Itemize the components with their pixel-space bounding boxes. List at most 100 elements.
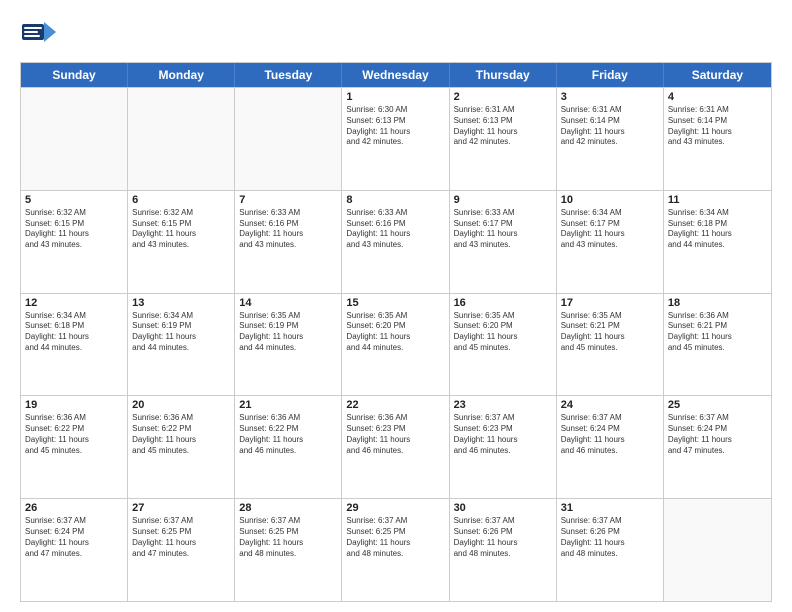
day-info: Sunrise: 6:36 AMSunset: 6:21 PMDaylight:… (668, 311, 767, 354)
day-info: Sunrise: 6:37 AMSunset: 6:25 PMDaylight:… (132, 516, 230, 559)
day-info: Sunrise: 6:34 AMSunset: 6:19 PMDaylight:… (132, 311, 230, 354)
day-number: 31 (561, 502, 659, 514)
day-cell-21: 21 Sunrise: 6:36 AMSunset: 6:22 PMDayligh… (235, 396, 342, 498)
calendar-row-1: 1Sunrise: 6:30 AMSunset: 6:13 PMDaylight… (21, 87, 771, 190)
day-cell-25: 25Sunrise: 6:37 AMSunset: 6:24 PMDayligh… (664, 396, 771, 498)
day-number: 13 (132, 297, 230, 309)
day-number: 5 (25, 194, 123, 206)
day-number: 17 (561, 297, 659, 309)
day-cell-26: 26Sunrise: 6:37 AMSunset: 6:24 PMDayligh… (21, 499, 128, 601)
day-number: 12 (25, 297, 123, 309)
day-info: Sunrise: 6:36 AMSunset: 6:22 PMDaylight:… (239, 413, 337, 456)
day-number: 8 (346, 194, 444, 206)
day-number: 29 (346, 502, 444, 514)
day-cell-17: 17 Sunrise: 6:35 AMSunset: 6:21 PMDayligh… (557, 294, 664, 396)
day-info: Sunrise: 6:35 AMSunset: 6:19 PMDaylight:… (239, 311, 337, 354)
header-cell-saturday: Saturday (664, 63, 771, 87)
day-info: Sunrise: 6:31 AMSunset: 6:14 PMDaylight:… (668, 105, 767, 148)
day-cell-16: 16 Sunrise: 6:35 AMSunset: 6:20 PMDayligh… (450, 294, 557, 396)
calendar-row-4: 19 Sunrise: 6:36 AMSunset: 6:22 PMDayligh… (21, 395, 771, 498)
day-number: 24 (561, 399, 659, 411)
day-cell-2: 2 Sunrise: 6:31 AMSunset: 6:13 PMDaylight… (450, 88, 557, 190)
day-number: 4 (668, 91, 767, 103)
logo (20, 16, 62, 54)
day-info: Sunrise: 6:37 AMSunset: 6:25 PMDaylight:… (239, 516, 337, 559)
day-cell-6: 6Sunrise: 6:32 AMSunset: 6:15 PMDaylight… (128, 191, 235, 293)
day-cell-12: 12 Sunrise: 6:34 AMSunset: 6:18 PMDayligh… (21, 294, 128, 396)
day-cell-11: 11 Sunrise: 6:34 AMSunset: 6:18 PMDayligh… (664, 191, 771, 293)
day-info: Sunrise: 6:35 AMSunset: 6:21 PMDaylight:… (561, 311, 659, 354)
day-number: 18 (668, 297, 767, 309)
day-info: Sunrise: 6:36 AMSunset: 6:23 PMDaylight:… (346, 413, 444, 456)
day-cell-22: 22Sunrise: 6:36 AMSunset: 6:23 PMDayligh… (342, 396, 449, 498)
day-cell-19: 19 Sunrise: 6:36 AMSunset: 6:22 PMDayligh… (21, 396, 128, 498)
day-number: 15 (346, 297, 444, 309)
day-cell-4: 4 Sunrise: 6:31 AMSunset: 6:14 PMDaylight… (664, 88, 771, 190)
calendar-row-3: 12 Sunrise: 6:34 AMSunset: 6:18 PMDayligh… (21, 293, 771, 396)
day-cell-28: 28 Sunrise: 6:37 AMSunset: 6:25 PMDayligh… (235, 499, 342, 601)
day-cell-30: 30 Sunrise: 6:37 AMSunset: 6:26 PMDayligh… (450, 499, 557, 601)
day-info: Sunrise: 6:37 AMSunset: 6:23 PMDaylight:… (454, 413, 552, 456)
day-cell-7: 7Sunrise: 6:33 AMSunset: 6:16 PMDaylight… (235, 191, 342, 293)
day-number: 2 (454, 91, 552, 103)
header (20, 16, 772, 54)
logo-icon (20, 16, 58, 54)
day-cell-5: 5Sunrise: 6:32 AMSunset: 6:15 PMDaylight… (21, 191, 128, 293)
header-cell-sunday: Sunday (21, 63, 128, 87)
day-cell-24: 24 Sunrise: 6:37 AMSunset: 6:24 PMDayligh… (557, 396, 664, 498)
day-cell-31: 31 Sunrise: 6:37 AMSunset: 6:26 PMDayligh… (557, 499, 664, 601)
day-cell-29: 29 Sunrise: 6:37 AMSunset: 6:25 PMDayligh… (342, 499, 449, 601)
day-number: 6 (132, 194, 230, 206)
day-number: 1 (346, 91, 444, 103)
day-info: Sunrise: 6:31 AMSunset: 6:13 PMDaylight:… (454, 105, 552, 148)
empty-cell (21, 88, 128, 190)
day-number: 9 (454, 194, 552, 206)
day-info: Sunrise: 6:33 AMSunset: 6:16 PMDaylight:… (346, 208, 444, 251)
day-info: Sunrise: 6:34 AMSunset: 6:18 PMDaylight:… (668, 208, 767, 251)
day-info: Sunrise: 6:36 AMSunset: 6:22 PMDaylight:… (132, 413, 230, 456)
day-info: Sunrise: 6:31 AMSunset: 6:14 PMDaylight:… (561, 105, 659, 148)
day-info: Sunrise: 6:35 AMSunset: 6:20 PMDaylight:… (454, 311, 552, 354)
day-cell-15: 15Sunrise: 6:35 AMSunset: 6:20 PMDayligh… (342, 294, 449, 396)
day-number: 11 (668, 194, 767, 206)
calendar-body: 1Sunrise: 6:30 AMSunset: 6:13 PMDaylight… (21, 87, 771, 601)
day-number: 14 (239, 297, 337, 309)
empty-cell (128, 88, 235, 190)
day-cell-10: 10 Sunrise: 6:34 AMSunset: 6:17 PMDayligh… (557, 191, 664, 293)
day-info: Sunrise: 6:33 AMSunset: 6:16 PMDaylight:… (239, 208, 337, 251)
day-number: 21 (239, 399, 337, 411)
header-cell-thursday: Thursday (450, 63, 557, 87)
header-cell-monday: Monday (128, 63, 235, 87)
day-number: 28 (239, 502, 337, 514)
calendar-row-2: 5Sunrise: 6:32 AMSunset: 6:15 PMDaylight… (21, 190, 771, 293)
day-number: 27 (132, 502, 230, 514)
empty-cell (235, 88, 342, 190)
calendar: SundayMondayTuesdayWednesdayThursdayFrid… (20, 62, 772, 602)
day-cell-23: 23Sunrise: 6:37 AMSunset: 6:23 PMDayligh… (450, 396, 557, 498)
day-info: Sunrise: 6:37 AMSunset: 6:24 PMDaylight:… (561, 413, 659, 456)
day-cell-20: 20 Sunrise: 6:36 AMSunset: 6:22 PMDayligh… (128, 396, 235, 498)
day-number: 16 (454, 297, 552, 309)
day-number: 30 (454, 502, 552, 514)
day-number: 26 (25, 502, 123, 514)
day-cell-18: 18 Sunrise: 6:36 AMSunset: 6:21 PMDayligh… (664, 294, 771, 396)
day-cell-8: 8 Sunrise: 6:33 AMSunset: 6:16 PMDaylight… (342, 191, 449, 293)
day-info: Sunrise: 6:34 AMSunset: 6:17 PMDaylight:… (561, 208, 659, 251)
day-info: Sunrise: 6:36 AMSunset: 6:22 PMDaylight:… (25, 413, 123, 456)
day-cell-1: 1Sunrise: 6:30 AMSunset: 6:13 PMDaylight… (342, 88, 449, 190)
calendar-header: SundayMondayTuesdayWednesdayThursdayFrid… (21, 63, 771, 87)
day-info: Sunrise: 6:37 AMSunset: 6:26 PMDaylight:… (454, 516, 552, 559)
day-info: Sunrise: 6:34 AMSunset: 6:18 PMDaylight:… (25, 311, 123, 354)
day-cell-9: 9Sunrise: 6:33 AMSunset: 6:17 PMDaylight… (450, 191, 557, 293)
page: SundayMondayTuesdayWednesdayThursdayFrid… (0, 0, 792, 612)
day-info: Sunrise: 6:37 AMSunset: 6:25 PMDaylight:… (346, 516, 444, 559)
day-number: 3 (561, 91, 659, 103)
day-info: Sunrise: 6:37 AMSunset: 6:26 PMDaylight:… (561, 516, 659, 559)
day-number: 25 (668, 399, 767, 411)
day-number: 10 (561, 194, 659, 206)
day-cell-14: 14 Sunrise: 6:35 AMSunset: 6:19 PMDayligh… (235, 294, 342, 396)
day-number: 20 (132, 399, 230, 411)
day-number: 19 (25, 399, 123, 411)
day-cell-3: 3 Sunrise: 6:31 AMSunset: 6:14 PMDaylight… (557, 88, 664, 190)
header-cell-tuesday: Tuesday (235, 63, 342, 87)
